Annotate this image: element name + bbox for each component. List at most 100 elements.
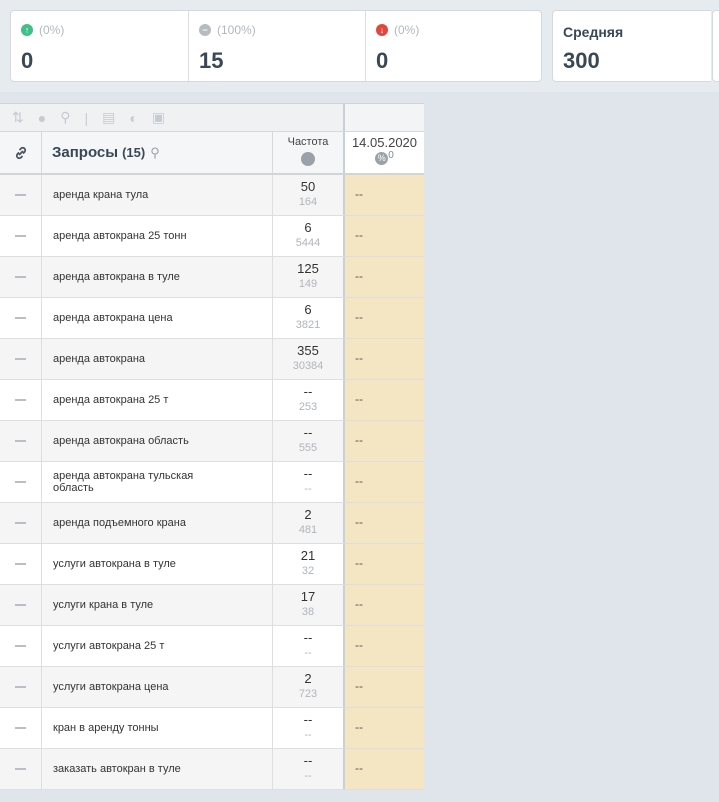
link-column-header[interactable] <box>0 132 42 173</box>
table-row[interactable]: аренда автокрана 25 тонн 6 5444 -- <box>0 216 424 257</box>
query-cell[interactable]: услуги автокрана цена <box>42 667 273 707</box>
text-icon[interactable]: ▣ <box>152 109 165 126</box>
row-status-dash[interactable] <box>0 421 42 461</box>
position-value: -- <box>355 515 363 529</box>
table-row[interactable]: аренда подъемного крана 2 481 -- <box>0 503 424 544</box>
position-cell[interactable]: -- <box>343 216 424 256</box>
query-text: аренда автокрана цена <box>53 312 173 324</box>
row-status-dash[interactable] <box>0 462 42 502</box>
stat-same[interactable]: − (100%) 15 <box>188 11 365 81</box>
link-icon <box>15 146 26 159</box>
position-cell[interactable]: -- <box>343 503 424 543</box>
row-status-dash[interactable] <box>0 257 42 297</box>
row-status-dash[interactable] <box>0 708 42 748</box>
table-row[interactable]: аренда автокрана 25 т -- 253 -- <box>0 380 424 421</box>
stat-up[interactable]: ↑ (0%) 0 <box>11 11 188 81</box>
query-cell[interactable]: аренда крана тула <box>42 175 273 215</box>
frequency-cell: -- -- <box>273 462 343 502</box>
table-row[interactable]: услуги автокрана 25 т -- -- -- <box>0 626 424 667</box>
table-row[interactable]: услуги автокрана цена 2 723 -- <box>0 667 424 708</box>
row-status-dash[interactable] <box>0 585 42 625</box>
link-icon[interactable]: ⚲ <box>60 109 70 126</box>
position-cell[interactable]: -- <box>343 462 424 502</box>
frequency-cell: -- -- <box>273 626 343 666</box>
position-value: -- <box>355 351 363 365</box>
position-value: -- <box>355 269 363 283</box>
row-status-dash[interactable] <box>0 339 42 379</box>
dash-icon <box>15 686 26 688</box>
query-cell[interactable]: аренда автокрана <box>42 339 273 379</box>
stat-down-value: 0 <box>376 48 389 73</box>
toggle-icon[interactable]: ● <box>38 110 46 126</box>
query-cell[interactable]: аренда автокрана в туле <box>42 257 273 297</box>
sort-icon[interactable]: ⇅ <box>12 109 24 126</box>
table-row[interactable]: услуги автокрана в туле 21 32 -- <box>0 544 424 585</box>
date-column-header[interactable]: 14.05.2020 % 0 <box>343 132 424 173</box>
table-row[interactable]: кран в аренду тонны -- -- -- <box>0 708 424 749</box>
position-cell[interactable]: -- <box>343 585 424 625</box>
table-row[interactable]: аренда автокрана в туле 125 149 -- <box>0 257 424 298</box>
position-value: -- <box>355 433 363 447</box>
table-row[interactable]: аренда крана тула 50 164 -- <box>0 175 424 216</box>
stat-same-value: 15 <box>199 48 224 73</box>
table-row[interactable]: аренда автокрана тульская область -- -- -- <box>0 462 424 503</box>
query-cell[interactable]: кран в аренду тонны <box>42 708 273 748</box>
row-status-dash[interactable] <box>0 175 42 215</box>
calendar-icon[interactable]: ▤ <box>102 109 115 126</box>
row-status-dash[interactable] <box>0 503 42 543</box>
contrast-icon[interactable]: ◐ <box>129 110 137 126</box>
position-cell[interactable]: -- <box>343 339 424 379</box>
query-cell[interactable]: аренда автокрана 25 т <box>42 380 273 420</box>
next-stat-card <box>712 10 719 82</box>
query-cell[interactable]: услуги крана в туле <box>42 585 273 625</box>
position-cell[interactable]: -- <box>343 421 424 461</box>
row-status-dash[interactable] <box>0 298 42 338</box>
row-status-dash[interactable] <box>0 667 42 707</box>
query-cell[interactable]: аренда автокрана область <box>42 421 273 461</box>
frequency-column-header[interactable]: Частота <box>273 132 343 173</box>
frequency-value: -- <box>303 712 313 727</box>
position-cell[interactable]: -- <box>343 380 424 420</box>
position-cell[interactable]: -- <box>343 749 424 789</box>
position-cell[interactable]: -- <box>343 298 424 338</box>
query-text: аренда автокрана 25 тонн <box>53 230 187 242</box>
query-cell[interactable]: услуги автокрана 25 т <box>42 626 273 666</box>
position-cell[interactable]: -- <box>343 626 424 666</box>
position-cell[interactable]: -- <box>343 257 424 297</box>
table-row[interactable]: аренда автокрана цена 6 3821 -- <box>0 298 424 339</box>
row-status-dash[interactable] <box>0 380 42 420</box>
query-cell[interactable]: услуги автокрана в туле <box>42 544 273 584</box>
frequency-value: 21 <box>300 548 316 563</box>
query-text: аренда автокрана тульская область <box>53 470 194 494</box>
frequency-cell: 17 38 <box>273 585 343 625</box>
search-icon[interactable]: ⚲ <box>150 145 160 161</box>
query-cell[interactable]: аренда подъемного крана <box>42 503 273 543</box>
frequency-value: 6 <box>304 220 312 235</box>
row-status-dash[interactable] <box>0 216 42 256</box>
row-status-dash[interactable] <box>0 626 42 666</box>
query-cell[interactable]: аренда автокрана цена <box>42 298 273 338</box>
row-status-dash[interactable] <box>0 749 42 789</box>
query-cell[interactable]: заказать автокран в туле <box>42 749 273 789</box>
dash-icon <box>15 194 26 196</box>
frequency-secondary: 555 <box>298 442 318 454</box>
stat-down[interactable]: ↓ (0%) 0 <box>365 11 542 81</box>
frequency-cell: 125 149 <box>273 257 343 297</box>
table-row[interactable]: заказать автокран в туле -- -- -- <box>0 749 424 790</box>
table-row[interactable]: услуги крана в туле 17 38 -- <box>0 585 424 626</box>
position-cell[interactable]: -- <box>343 667 424 707</box>
position-cell[interactable]: -- <box>343 544 424 584</box>
query-cell[interactable]: аренда автокрана тульская область <box>42 462 273 502</box>
dash-icon <box>15 645 26 647</box>
table-row[interactable]: аренда автокрана 355 30384 -- <box>0 339 424 380</box>
frequency-secondary: -- <box>304 483 312 495</box>
position-cell[interactable]: -- <box>343 708 424 748</box>
query-column-header[interactable]: Запросы (15) ⚲ <box>42 132 273 173</box>
position-cell[interactable]: -- <box>343 175 424 215</box>
query-cell[interactable]: аренда автокрана 25 тонн <box>42 216 273 256</box>
frequency-secondary: 5444 <box>295 237 321 249</box>
position-change-stats: ↑ (0%) 0 − (100%) 15 ↓ (0%) 0 <box>10 10 542 82</box>
table-row[interactable]: аренда автокрана область -- 555 -- <box>0 421 424 462</box>
row-status-dash[interactable] <box>0 544 42 584</box>
frequency-secondary: 38 <box>301 606 315 618</box>
